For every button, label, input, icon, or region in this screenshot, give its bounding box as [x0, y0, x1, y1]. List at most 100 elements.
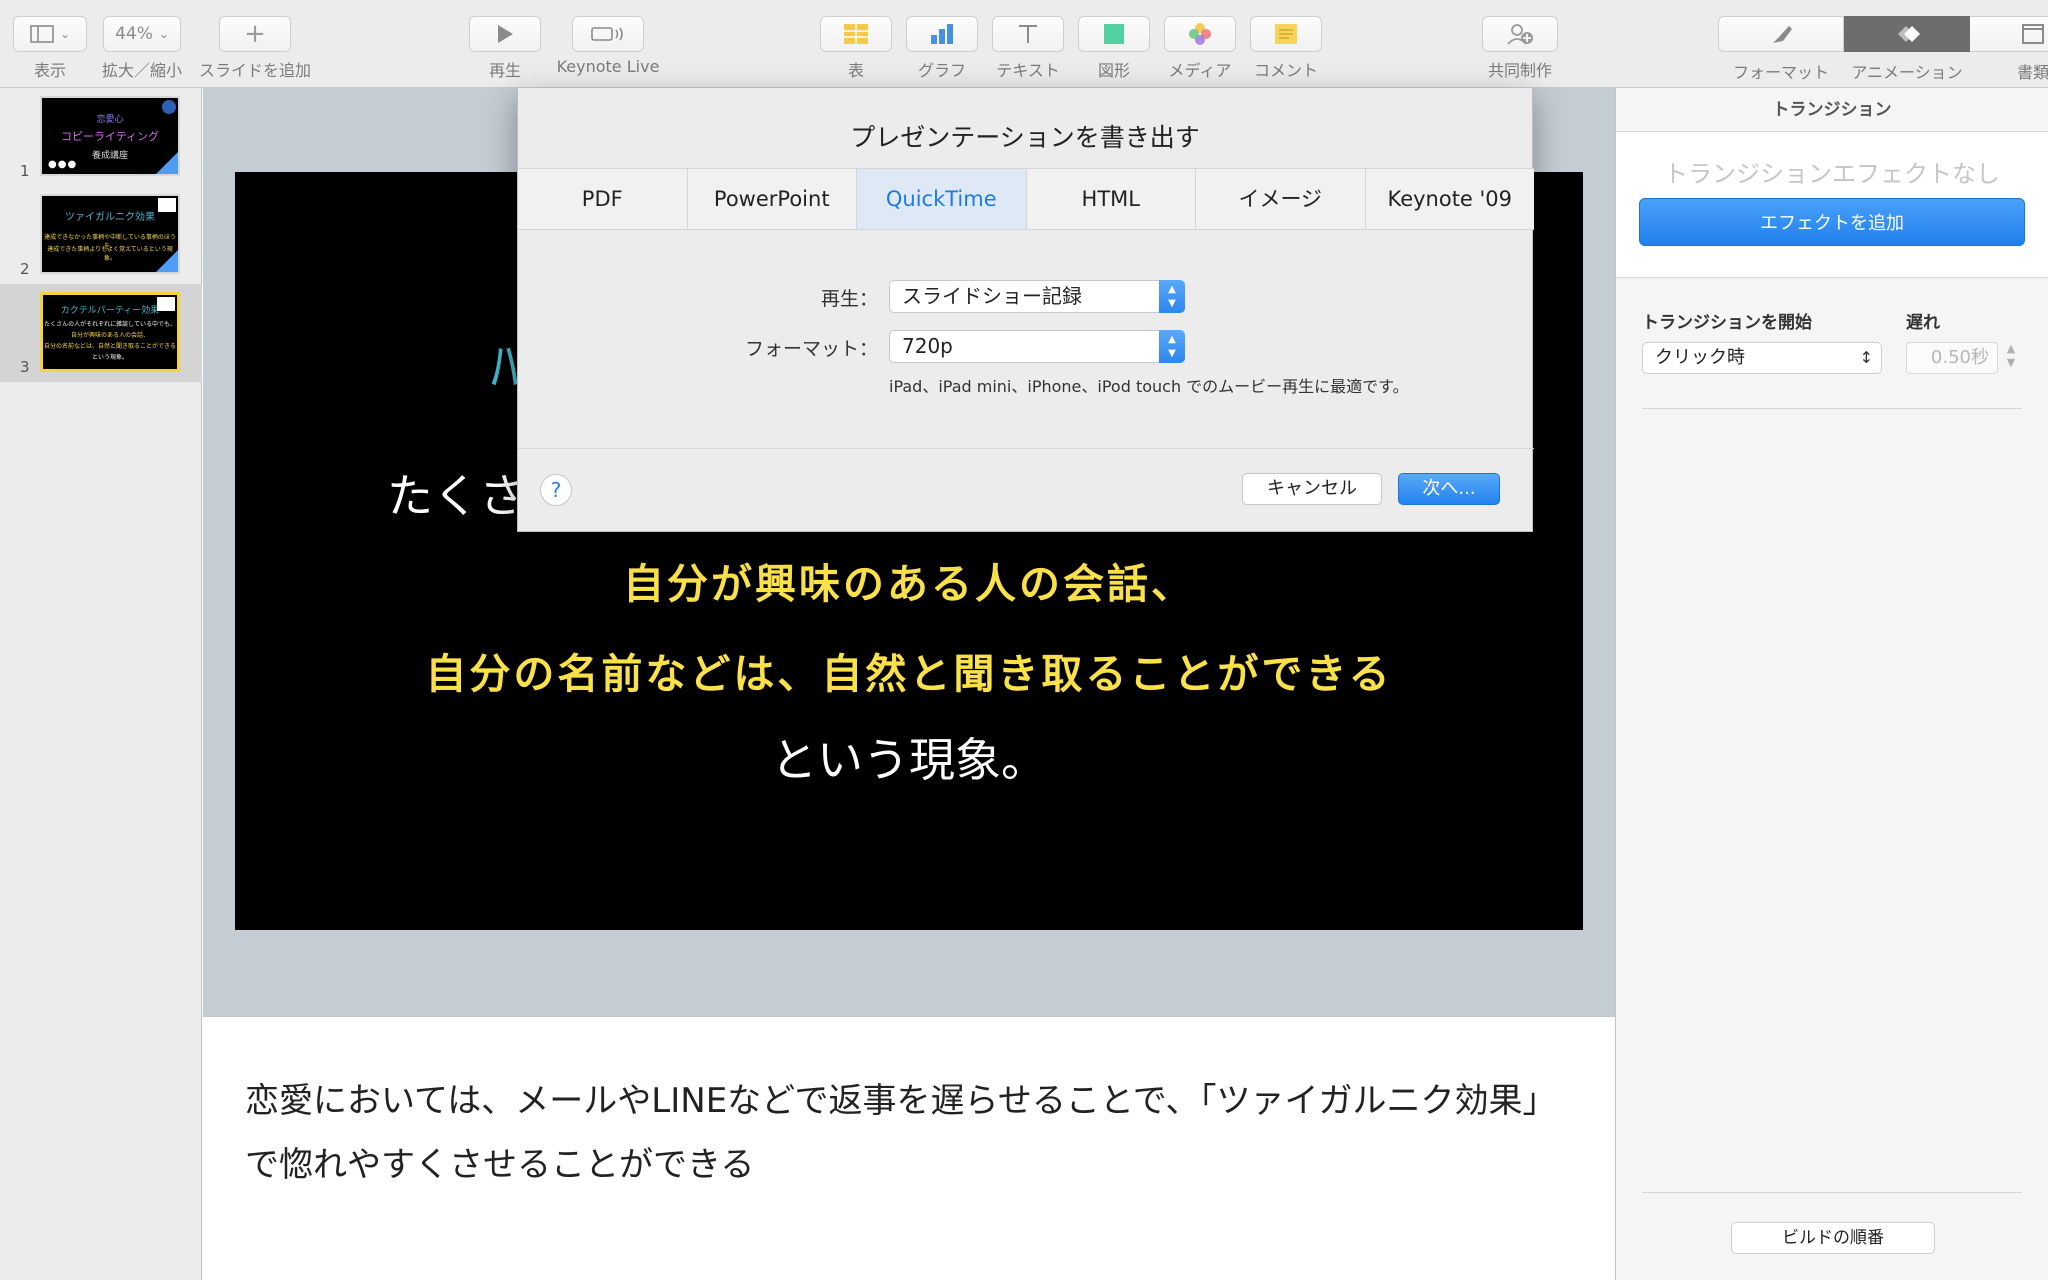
slide-thumbnail-row[interactable]: ツァイガルニク効果 達成できなかった事柄や中断している事柄のほうを、 達成できた… [0, 186, 202, 284]
add-slide-button[interactable]: + [219, 16, 291, 52]
slide-thumbnail-row[interactable]: 恋愛心 コピーライティング 養成講座 ●●● 1 [0, 88, 202, 186]
thumb-text: 自分の名前などは、自然と聞き取ることができる [44, 343, 176, 350]
note-icon [157, 297, 175, 311]
chart-label: グラフ [917, 61, 966, 80]
start-transition-label: トランジションを開始 [1642, 313, 1812, 333]
zoom-label: 拡大／縮小 [102, 61, 183, 80]
slide-line-white[interactable]: という現象。 [235, 724, 1583, 790]
slide-thumbnail[interactable]: ツァイガルニク効果 達成できなかった事柄や中断している事柄のほうを、 達成できた… [40, 194, 180, 274]
divider [518, 448, 1534, 449]
slide-partial-line[interactable]: たくさ [387, 460, 525, 526]
slide-line-yellow-1[interactable]: 自分が興味のある人の会話、 [235, 550, 1583, 610]
format-select[interactable]: 720p ▲ ▼ [889, 330, 1185, 363]
tab-image[interactable]: イメージ [1196, 169, 1366, 229]
format-value: 720p [902, 334, 953, 358]
slide-thumbnail[interactable]: 恋愛心 コピーライティング 養成講座 ●●● [40, 96, 180, 176]
document-tab[interactable] [1970, 16, 2048, 52]
slide-navigator: 恋愛心 コピーライティング 養成講座 ●●● 1 ツァイガルニク効果 達成できな… [0, 88, 202, 1280]
format-tab[interactable] [1718, 16, 1844, 52]
text-control[interactable]: テキスト [992, 16, 1064, 81]
keynote-live-button[interactable] [572, 16, 644, 52]
format-label: フォーマット [1732, 63, 1829, 82]
collaborate-label: 共同制作 [1487, 61, 1552, 80]
presenter-notes[interactable]: 恋愛においては、メールやLINEなどで返事を遅らせることで、「ツァイガルニク効果… [203, 1016, 1615, 1280]
thumb-text: コピーライティング [60, 130, 160, 143]
divider [1642, 408, 2022, 409]
play-icon [498, 25, 513, 43]
chart-control[interactable]: グラフ [906, 16, 978, 81]
shape-icon [1104, 24, 1124, 44]
chevron-down-icon: ⌄ [59, 27, 71, 41]
play-label: 再生 [488, 61, 521, 80]
tab-powerpoint[interactable]: PowerPoint [688, 169, 857, 229]
chart-icon [931, 24, 953, 44]
document-icon [2021, 24, 2044, 44]
view-control[interactable]: ⌄ 表示 [12, 16, 88, 81]
collaborate-button[interactable] [1482, 16, 1558, 52]
slide-thumbnail-row-selected[interactable]: カクテルパーティー効果 たくさんの人がそれぞれに雑談している中でも、 自分が興味… [0, 284, 202, 382]
thumb-corner-icon [156, 250, 178, 272]
playback-value: スライドショー記録 [902, 284, 1082, 308]
delay-stepper-icon[interactable]: ▲ ▼ [2003, 342, 2019, 374]
zoom-button[interactable]: 44% ⌄ [103, 16, 181, 52]
play-control[interactable]: 再生 [469, 16, 541, 81]
table-button[interactable] [820, 16, 892, 52]
next-button[interactable]: 次へ... [1398, 473, 1500, 505]
animation-inspector: トランジション トランジションエフェクトなし エフェクトを追加 トランジションを… [1615, 88, 2048, 1280]
add-effect-button[interactable]: エフェクトを追加 [1639, 198, 2025, 246]
inspector-tab-labels: フォーマット アニメーション 書類 [1718, 59, 2048, 83]
view-button[interactable]: ⌄ [13, 16, 87, 52]
add-slide-control[interactable]: + スライドを追加 [196, 16, 314, 81]
note-icon [158, 198, 176, 212]
play-button[interactable] [469, 16, 541, 52]
zoom-control[interactable]: 44% ⌄ 拡大／縮小 [102, 16, 182, 81]
media-control[interactable]: メディア [1164, 16, 1236, 81]
chevron-down-icon: ⌄ [158, 27, 169, 41]
table-icon [844, 24, 868, 44]
tab-html[interactable]: HTML [1027, 169, 1196, 229]
inspector-segmented-control[interactable] [1718, 16, 2048, 54]
animate-tab[interactable] [1844, 16, 1970, 52]
playback-select[interactable]: スライドショー記録 ▲ ▼ [889, 280, 1185, 313]
cancel-button[interactable]: キャンセル [1242, 473, 1382, 505]
tab-pdf[interactable]: PDF [518, 169, 688, 229]
transition-effect-section: トランジションエフェクトなし エフェクトを追加 [1616, 132, 2048, 278]
delay-label: 遅れ [1906, 313, 1940, 333]
tab-quicktime[interactable]: QuickTime [857, 169, 1027, 229]
collaborate-control[interactable]: 共同制作 [1482, 16, 1558, 81]
comment-control[interactable]: コメント [1250, 16, 1322, 81]
tab-keynote09[interactable]: Keynote '09 [1366, 169, 1535, 229]
table-control[interactable]: 表 [820, 16, 892, 81]
delay-field[interactable]: 0.50秒 [1906, 342, 1998, 374]
shape-button[interactable] [1078, 16, 1150, 52]
slide-thumbnail[interactable]: カクテルパーティー効果 たくさんの人がそれぞれに雑談している中でも、 自分が興味… [40, 292, 180, 372]
thumb-dots-icon: ●●● [48, 159, 78, 170]
paintbrush-icon [1773, 26, 1792, 43]
text-button[interactable] [992, 16, 1064, 52]
start-transition-value: クリック時 [1655, 347, 1745, 368]
comment-button[interactable] [1250, 16, 1322, 52]
thumb-text: という現象。 [91, 354, 128, 361]
divider [1642, 1192, 2022, 1193]
shape-control[interactable]: 図形 [1078, 16, 1150, 81]
playback-label: 再生： [820, 288, 878, 310]
format-description: iPad、iPad mini、iPhone、iPod touch でのムービー再… [889, 377, 1409, 396]
format-label: フォーマット： [744, 338, 878, 360]
keynote-live-control[interactable]: Keynote Live [548, 16, 668, 76]
slide-line-yellow-2[interactable]: 自分の名前などは、自然と聞き取ることができる [235, 640, 1583, 700]
chart-button[interactable] [906, 16, 978, 52]
start-transition-popup[interactable]: クリック時 ↕ [1642, 342, 1882, 374]
help-button[interactable]: ? [540, 474, 572, 506]
dialog-title: プレゼンテーションを書き出す [850, 123, 1200, 152]
up-down-chevron-icon: ↕ [1859, 348, 1873, 367]
build-order-button[interactable]: ビルドの順番 [1731, 1222, 1935, 1254]
media-label: メディア [1168, 61, 1232, 80]
keynote-live-icon [591, 27, 623, 41]
export-dialog: プレゼンテーションを書き出す PDF PowerPoint QuickTime … [517, 88, 1535, 532]
media-button[interactable] [1164, 16, 1236, 52]
view-label: 表示 [33, 61, 66, 80]
text-label: テキスト [996, 61, 1060, 80]
no-effect-label: トランジションエフェクトなし [1664, 160, 2000, 188]
presenter-notes-text[interactable]: 恋愛においては、メールやLINEなどで返事を遅らせることで、「ツァイガルニク効果… [245, 1069, 1585, 1197]
up-down-chevron-icon: ▲ ▼ [1159, 330, 1185, 363]
